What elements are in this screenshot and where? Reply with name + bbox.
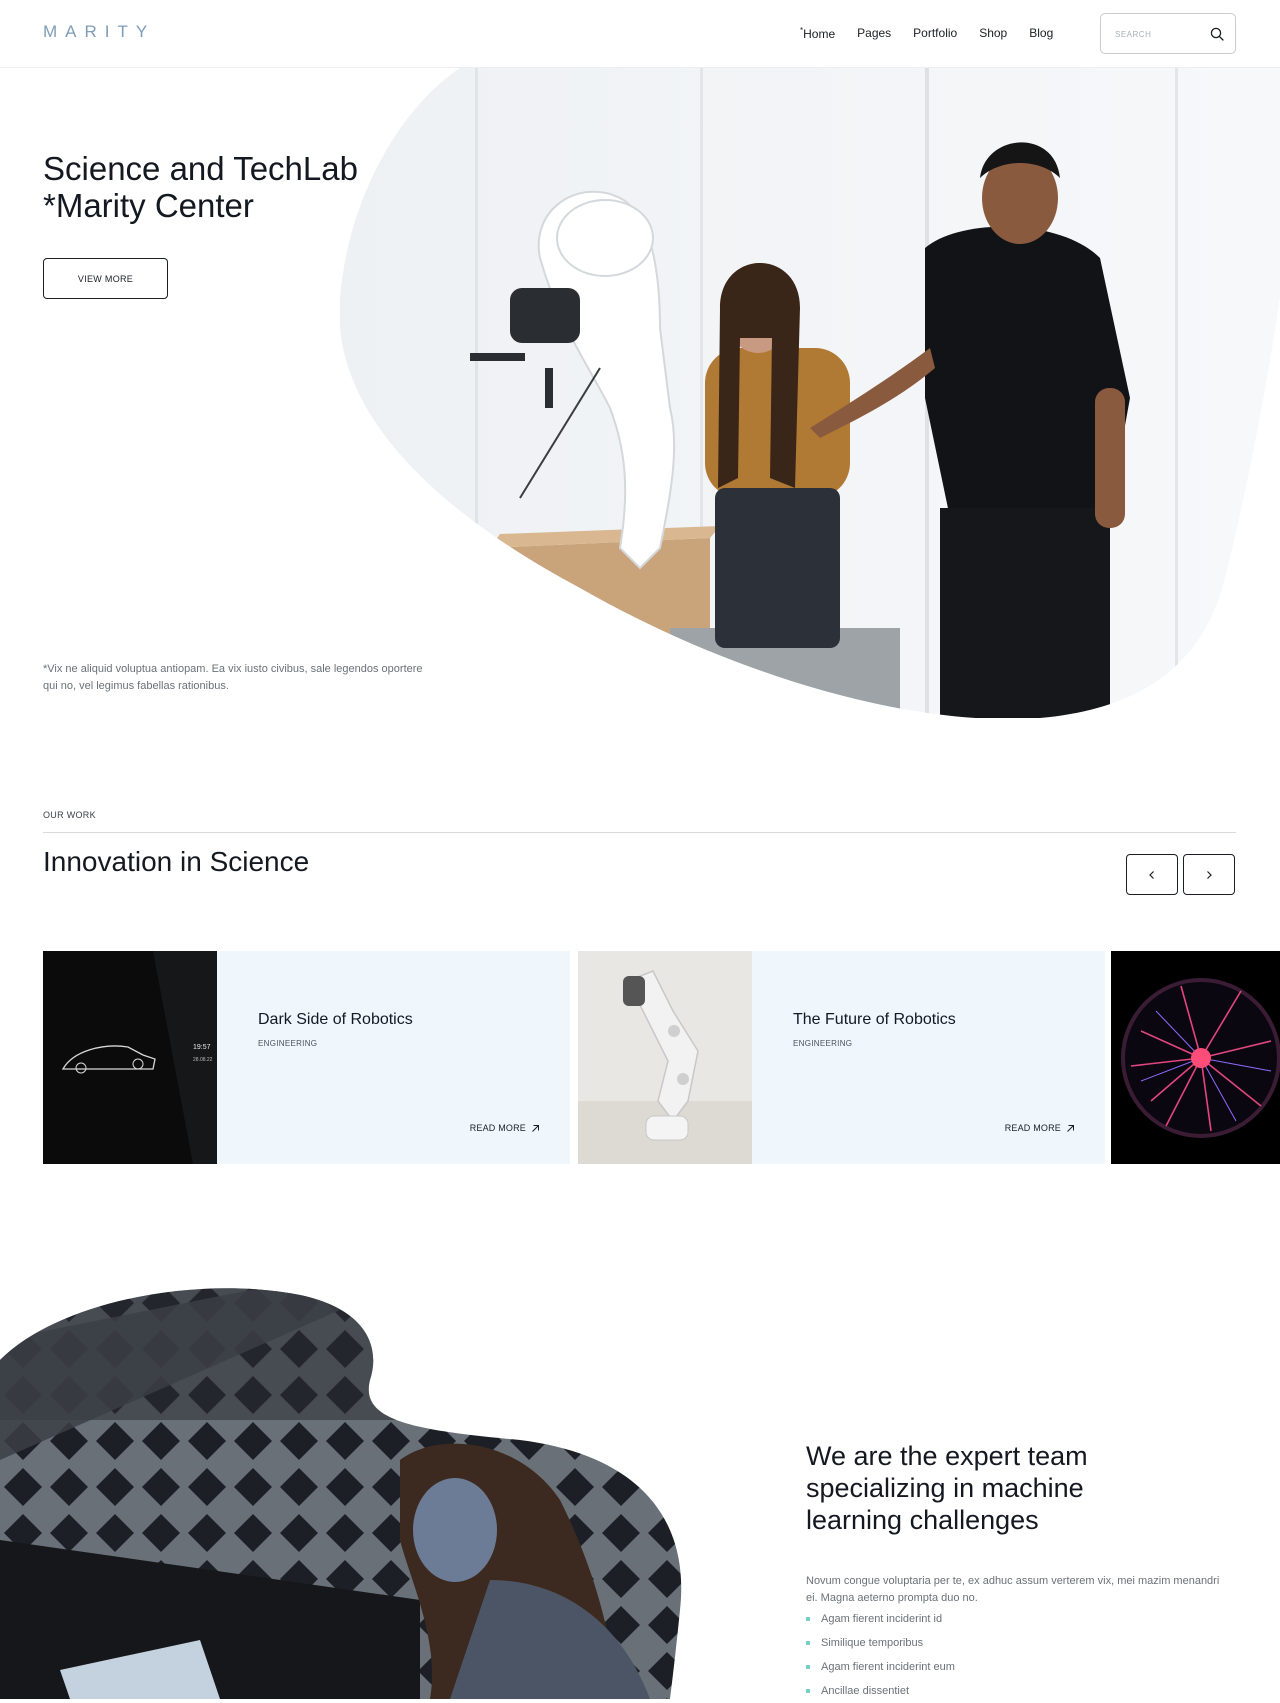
hero-note: *Vix ne aliquid voluptua antiopam. Ea vi… — [43, 663, 423, 692]
portfolio-card-dark-side[interactable]: 19:57 28.08.22 Dark Side of Robotics ENG… — [43, 951, 570, 1164]
hero-title: Science and TechLab *Marity Center — [43, 150, 358, 224]
search-icon[interactable] — [1209, 26, 1225, 42]
plasma-ball-image[interactable] — [1111, 951, 1280, 1164]
bullet-icon — [806, 1665, 810, 1669]
car-dashboard-image: 19:57 28.08.22 — [43, 951, 217, 1164]
team-title: We are the expert team specializing in m… — [806, 1440, 1226, 1536]
our-work-label: OUR WORK — [43, 810, 96, 820]
bullet-icon — [806, 1617, 810, 1621]
card-title[interactable]: The Future of Robotics — [793, 1011, 956, 1029]
team-features-list: Agam fierent inciderint id Similique tem… — [806, 1607, 955, 1703]
section-divider — [43, 832, 1236, 833]
team-image — [0, 1288, 682, 1699]
search-input[interactable] — [1113, 26, 1203, 42]
bullet-icon — [806, 1641, 810, 1645]
hero-title-line-2: *Marity Center — [43, 187, 254, 224]
team-title-line-3: learning challenges — [806, 1505, 1039, 1535]
view-more-button[interactable]: VIEW MORE — [43, 258, 168, 299]
list-item-text: Agam fierent inciderint eum — [821, 1661, 955, 1673]
hero-image — [340, 68, 1280, 718]
nav-item-portfolio[interactable]: Portfolio — [913, 26, 957, 41]
prev-button[interactable] — [1126, 854, 1178, 895]
read-more-label: READ MORE — [469, 1123, 526, 1133]
read-more-link[interactable]: READ MORE — [1005, 1123, 1075, 1133]
portfolio-card-future[interactable]: The Future of Robotics ENGINEERING READ … — [578, 951, 1105, 1164]
read-more-link[interactable]: READ MORE — [470, 1123, 540, 1133]
bullet-icon — [806, 1689, 810, 1693]
list-item-text: Ancillae dissentiet — [821, 1685, 910, 1697]
robot-arm-image — [578, 951, 752, 1164]
next-button[interactable] — [1183, 854, 1235, 895]
search-box — [1100, 13, 1236, 54]
list-item-text: Agam fierent inciderint id — [821, 1613, 943, 1625]
list-item-text: Similique temporibus — [821, 1637, 924, 1649]
list-item: Similique temporibus — [806, 1631, 955, 1655]
arrow-up-right-icon — [532, 1124, 539, 1132]
team-title-line-1: We are the expert team — [806, 1441, 1088, 1471]
car-display-time: 19:57 — [193, 1044, 211, 1051]
hero-title-line-1: Science and TechLab — [43, 150, 358, 187]
chevron-right-icon — [1207, 870, 1212, 879]
card-category: ENGINEERING — [793, 1039, 853, 1048]
team-title-line-2: specializing in machine — [806, 1473, 1084, 1503]
nav-item-pages[interactable]: Pages — [857, 26, 891, 41]
site-header: MARITY *Home Pages Portfolio Shop Blog — [0, 0, 1280, 68]
read-more-label: READ MORE — [1004, 1123, 1061, 1133]
section-title: Innovation in Science — [43, 846, 310, 877]
team-description: Novum congue voluptaria per te, ex adhuc… — [806, 1575, 1220, 1604]
car-display-date: 28.08.22 — [193, 1057, 213, 1063]
nav-item-home[interactable]: *Home — [800, 26, 835, 41]
list-item: Ancillae dissentiet — [806, 1679, 955, 1703]
site-logo[interactable]: MARITY — [43, 22, 155, 42]
nav-item-blog[interactable]: Blog — [1029, 26, 1053, 41]
list-item: Agam fierent inciderint id — [806, 1607, 955, 1631]
arrow-up-right-icon — [1067, 1124, 1074, 1132]
nav-item-shop[interactable]: Shop — [979, 26, 1007, 41]
card-category: ENGINEERING — [258, 1039, 318, 1048]
chevron-left-icon — [1149, 870, 1154, 879]
list-item: Agam fierent inciderint eum — [806, 1655, 955, 1679]
main-nav: *Home Pages Portfolio Shop Blog — [800, 26, 1075, 41]
card-title[interactable]: Dark Side of Robotics — [258, 1011, 413, 1029]
nav-item-label: Home — [803, 27, 836, 41]
